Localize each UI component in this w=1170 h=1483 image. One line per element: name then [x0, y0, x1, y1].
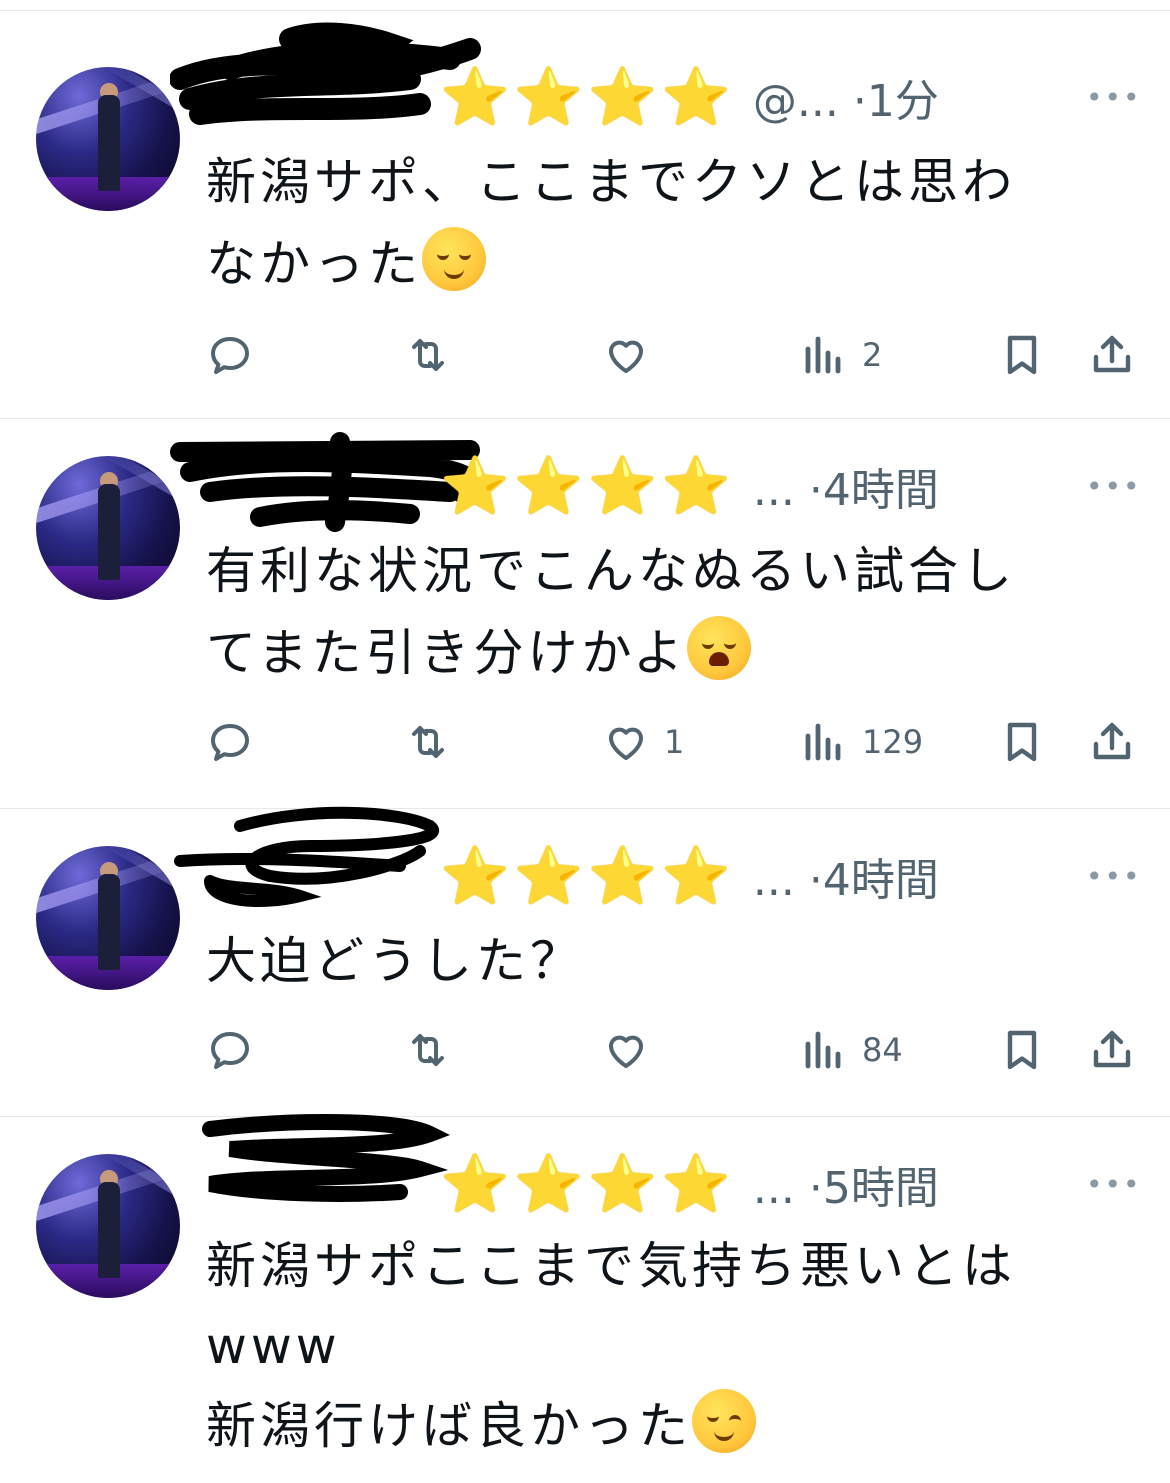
share-icon: [1093, 1030, 1131, 1068]
views-button[interactable]: 2: [800, 325, 882, 385]
relieved-face-icon: [422, 227, 486, 291]
heart-icon: [609, 1035, 643, 1068]
views-button[interactable]: 129: [800, 712, 923, 772]
reply-button[interactable]: [206, 325, 268, 385]
like-count: 1: [664, 723, 685, 761]
share-button[interactable]: [1088, 325, 1136, 385]
handle-time[interactable]: ... ·5時間: [753, 1152, 939, 1216]
tweet[interactable]: ⭐⭐⭐⭐ ... ·5時間 ••• 新潟サポここまで気持ち悪いとは www 新潟…: [0, 1114, 1170, 1483]
tweet-text: 新潟サポここまで気持ち悪いとは www 新潟行けば良かった: [206, 1226, 1106, 1466]
avatar[interactable]: [36, 846, 180, 990]
like-button[interactable]: [602, 325, 664, 385]
avatar[interactable]: [36, 1154, 180, 1298]
like-button[interactable]: 1: [602, 712, 684, 772]
star-emojis: ⭐⭐⭐⭐: [440, 1152, 735, 1217]
tweet-text-content: 有利な状況でこんなぬるい試合し てまた引き分けかよ: [206, 542, 1016, 682]
retweet-icon: [412, 726, 444, 758]
share-icon: [1093, 335, 1131, 373]
tweet-text-content: 大迫どうした？: [206, 932, 584, 990]
handle-time[interactable]: ... ·4時間: [753, 844, 939, 908]
tweet[interactable]: ⭐⭐⭐⭐ ... ·4時間 ••• 有利な状況でこんなぬるい試合し てまた引き分…: [0, 420, 1170, 809]
avatar[interactable]: [36, 67, 180, 211]
name-row: ⭐⭐⭐⭐ ... ·5時間: [440, 1152, 939, 1217]
bookmark-icon: [1007, 335, 1037, 375]
star-emojis: ⭐⭐⭐⭐: [440, 65, 735, 130]
tweet-text-content: 新潟サポここまで気持ち悪いとは www 新潟行けば良かった: [206, 1237, 1016, 1455]
reply-icon: [211, 1032, 249, 1069]
bookmark-icon: [1007, 722, 1037, 762]
divider: [0, 418, 1170, 419]
action-bar: 1 129: [0, 712, 1170, 772]
retweet-icon: [412, 1034, 444, 1066]
avatar[interactable]: [36, 456, 180, 600]
star-emojis: ⭐⭐⭐⭐: [440, 844, 735, 909]
more-icon[interactable]: •••: [1086, 1168, 1142, 1201]
reply-button[interactable]: [206, 712, 268, 772]
name-row: ⭐⭐⭐⭐ ... ·4時間: [440, 454, 939, 519]
bookmark-button[interactable]: [998, 325, 1046, 385]
views-button[interactable]: 84: [800, 1020, 903, 1080]
tweet-text: 有利な状況でこんなぬるい試合し てまた引き分けかよ: [206, 530, 1106, 694]
share-button[interactable]: [1088, 712, 1136, 772]
bar-chart-icon: [805, 336, 841, 374]
like-button[interactable]: [602, 1020, 664, 1080]
handle-time[interactable]: @... ·1分: [753, 65, 939, 129]
bar-chart-icon: [805, 723, 841, 761]
more-icon[interactable]: •••: [1086, 81, 1142, 114]
views-count: 129: [862, 723, 924, 761]
tweet-text: 大迫どうした？: [206, 920, 1106, 1002]
bookmark-button[interactable]: [998, 1020, 1046, 1080]
bookmark-button[interactable]: [998, 712, 1046, 772]
star-emojis: ⭐⭐⭐⭐: [440, 454, 735, 519]
more-icon[interactable]: •••: [1086, 860, 1142, 893]
views-count: 84: [862, 1031, 903, 1069]
handle-time[interactable]: ... ·4時間: [753, 454, 939, 518]
retweet-icon: [412, 339, 444, 371]
tweet-text: 新潟サポ、ここまでクソとは思わ なかった: [206, 141, 1106, 305]
name-row: ⭐⭐⭐⭐ ... ·4時間: [440, 844, 939, 909]
reply-icon: [211, 337, 249, 374]
action-bar: 2: [0, 325, 1170, 385]
bar-chart-icon: [805, 1031, 841, 1069]
winking-face-icon: [692, 1389, 756, 1453]
weary-face-icon: [687, 616, 751, 680]
share-icon: [1093, 722, 1131, 760]
heart-icon: [609, 340, 643, 373]
reply-icon: [211, 724, 249, 761]
views-count: 2: [862, 336, 883, 374]
reply-button[interactable]: [206, 1020, 268, 1080]
more-icon[interactable]: •••: [1086, 470, 1142, 503]
bookmark-icon: [1007, 1030, 1037, 1070]
name-row: ⭐⭐⭐⭐ @... ·1分: [440, 65, 939, 130]
share-button[interactable]: [1088, 1020, 1136, 1080]
tweet[interactable]: ⭐⭐⭐⭐ ... ·4時間 ••• 大迫どうした？ 84: [0, 806, 1170, 1117]
retweet-button[interactable]: [404, 1020, 466, 1080]
retweet-button[interactable]: [404, 325, 466, 385]
retweet-button[interactable]: [404, 712, 466, 772]
action-bar: 84: [0, 1020, 1170, 1080]
heart-icon: [609, 727, 643, 760]
tweet[interactable]: ⭐⭐⭐⭐ @... ·1分 ••• 新潟サポ、ここまでクソとは思わ なかった 2: [0, 11, 1170, 419]
tweet-text-content: 新潟サポ、ここまでクソとは思わ なかった: [206, 153, 1016, 293]
